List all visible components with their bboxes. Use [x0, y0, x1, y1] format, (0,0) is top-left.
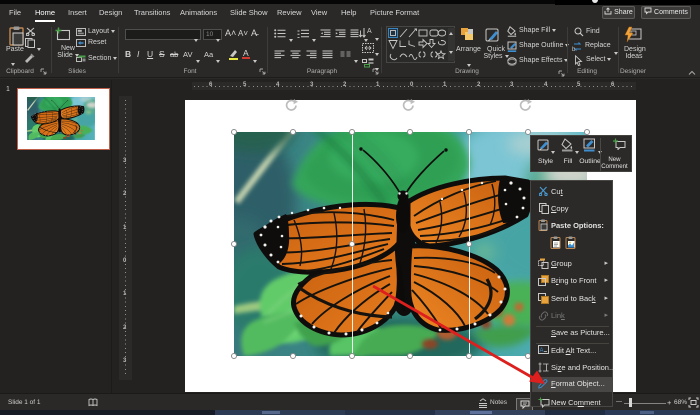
svg-text:A: A	[367, 28, 372, 35]
svg-text:A: A	[540, 348, 544, 354]
